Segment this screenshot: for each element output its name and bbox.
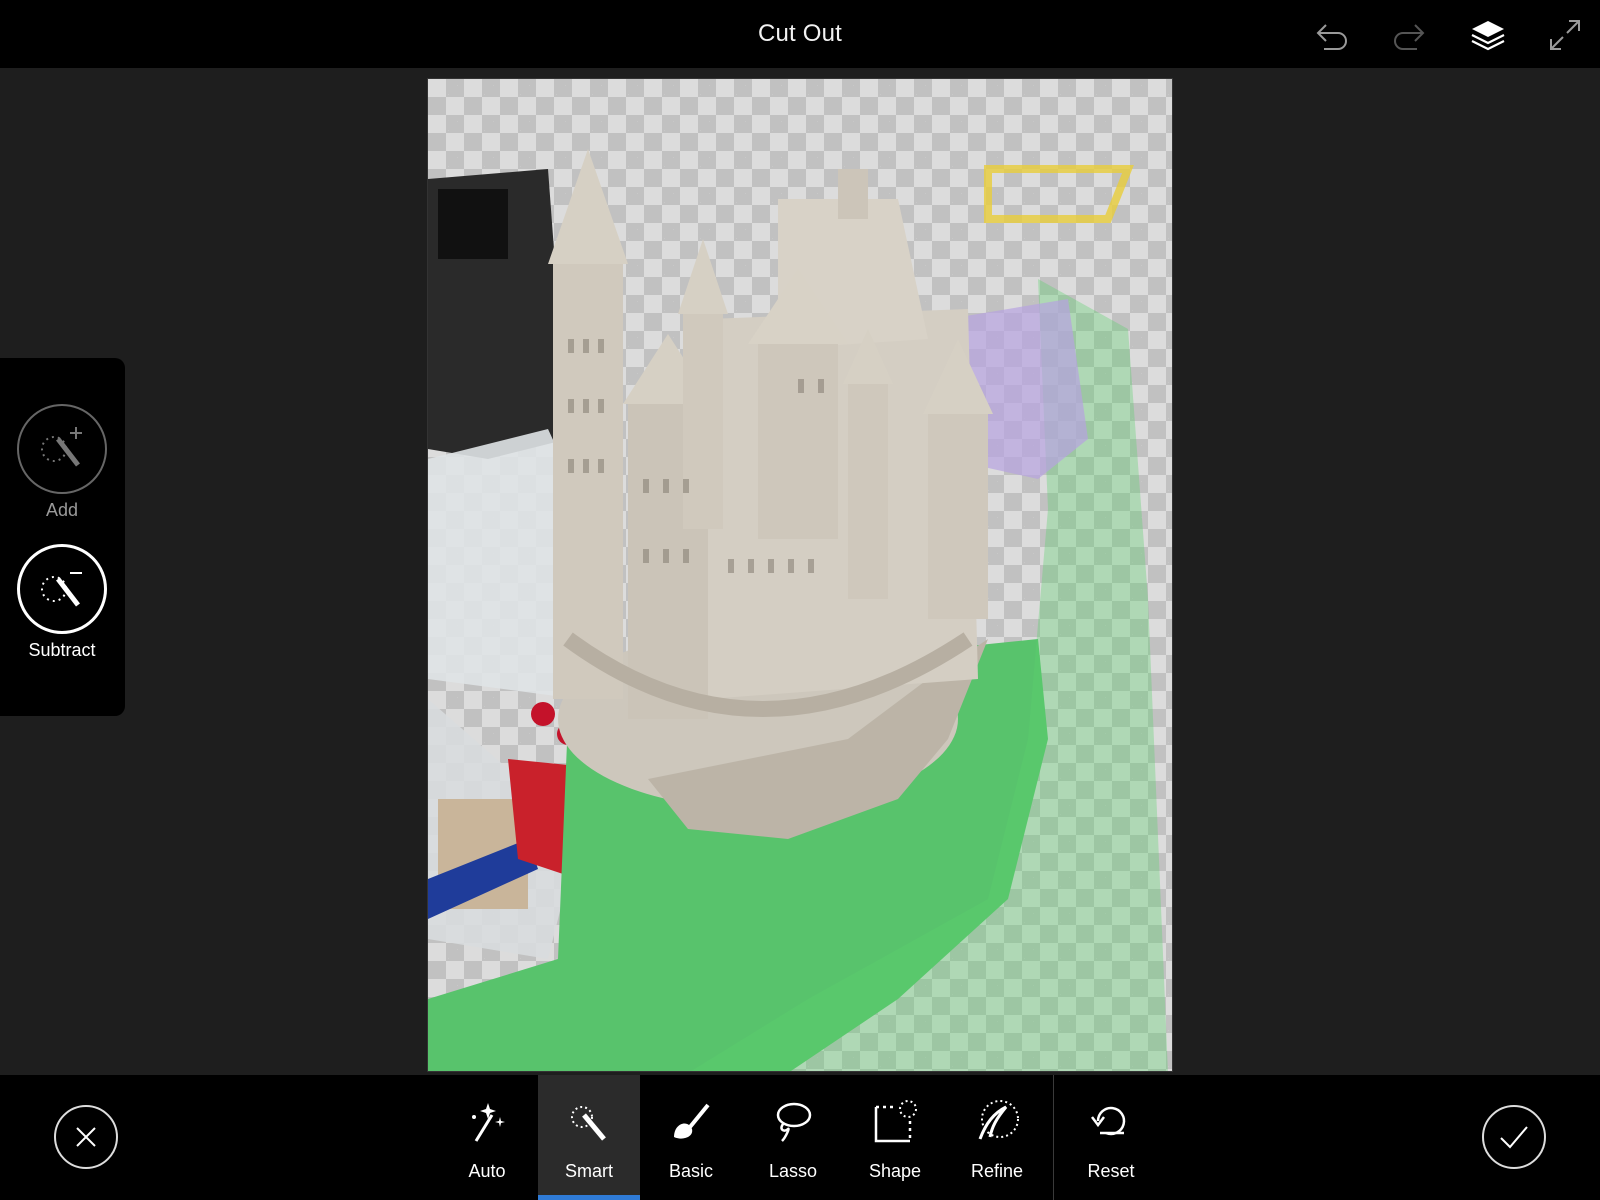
tool-smart-label: Smart [564, 1161, 613, 1181]
add-mode-label: Add [45, 500, 79, 520]
top-bar: Cut Out [0, 0, 1600, 68]
redo-icon[interactable] [1386, 12, 1432, 58]
toolbar-divider [1053, 1075, 1054, 1200]
tool-refine-label: Refine [970, 1161, 1024, 1181]
tool-lasso-label: Lasso [768, 1161, 818, 1181]
sparkle-wand-icon [472, 1103, 505, 1142]
shape-select-icon [874, 1100, 917, 1143]
subtract-mode-label: Subtract [28, 640, 96, 660]
subtract-mode-button[interactable]: Subtract [17, 544, 107, 661]
lasso-icon [776, 1102, 812, 1142]
reset-button[interactable]: Reset [1060, 1075, 1162, 1200]
close-icon [76, 1127, 96, 1147]
tool-basic[interactable]: Basic [640, 1075, 742, 1200]
tool-shape[interactable]: Shape [844, 1075, 946, 1200]
checkmark-icon [1500, 1126, 1528, 1149]
active-tool-indicator [538, 1195, 640, 1200]
undo-icon[interactable] [1309, 12, 1355, 58]
reset-icon [1091, 1106, 1126, 1136]
tool-lasso[interactable]: Lasso [742, 1075, 844, 1200]
tool-basic-label: Basic [668, 1161, 713, 1181]
refine-icon [978, 1100, 1019, 1140]
reset-label: Reset [1087, 1161, 1135, 1181]
tool-auto-label: Auto [468, 1161, 506, 1181]
bottom-toolbar: Auto Smart Basic Lasso Shape Refine Rese… [0, 1075, 1600, 1200]
brush-icon [674, 1103, 710, 1139]
smart-wand-icon [571, 1106, 606, 1141]
expand-icon[interactable] [1542, 12, 1588, 58]
page-title: Cut Out [757, 20, 843, 47]
add-mode-button[interactable]: Add [17, 404, 107, 521]
layers-icon[interactable] [1465, 12, 1511, 58]
image-canvas[interactable] [427, 78, 1173, 1072]
tool-smart[interactable]: Smart [538, 1075, 640, 1200]
magic-wand-subtract-icon [17, 544, 107, 634]
magic-wand-add-icon [17, 404, 107, 494]
tool-auto[interactable]: Auto [436, 1075, 538, 1200]
confirm-button[interactable] [1482, 1105, 1546, 1169]
photo-with-selection [428, 79, 1172, 1071]
selection-mode-panel: Add Subtract [0, 358, 125, 716]
tool-refine[interactable]: Refine [946, 1075, 1048, 1200]
cancel-button[interactable] [54, 1105, 118, 1169]
work-area [0, 68, 1600, 1075]
tool-shape-label: Shape [868, 1161, 922, 1181]
